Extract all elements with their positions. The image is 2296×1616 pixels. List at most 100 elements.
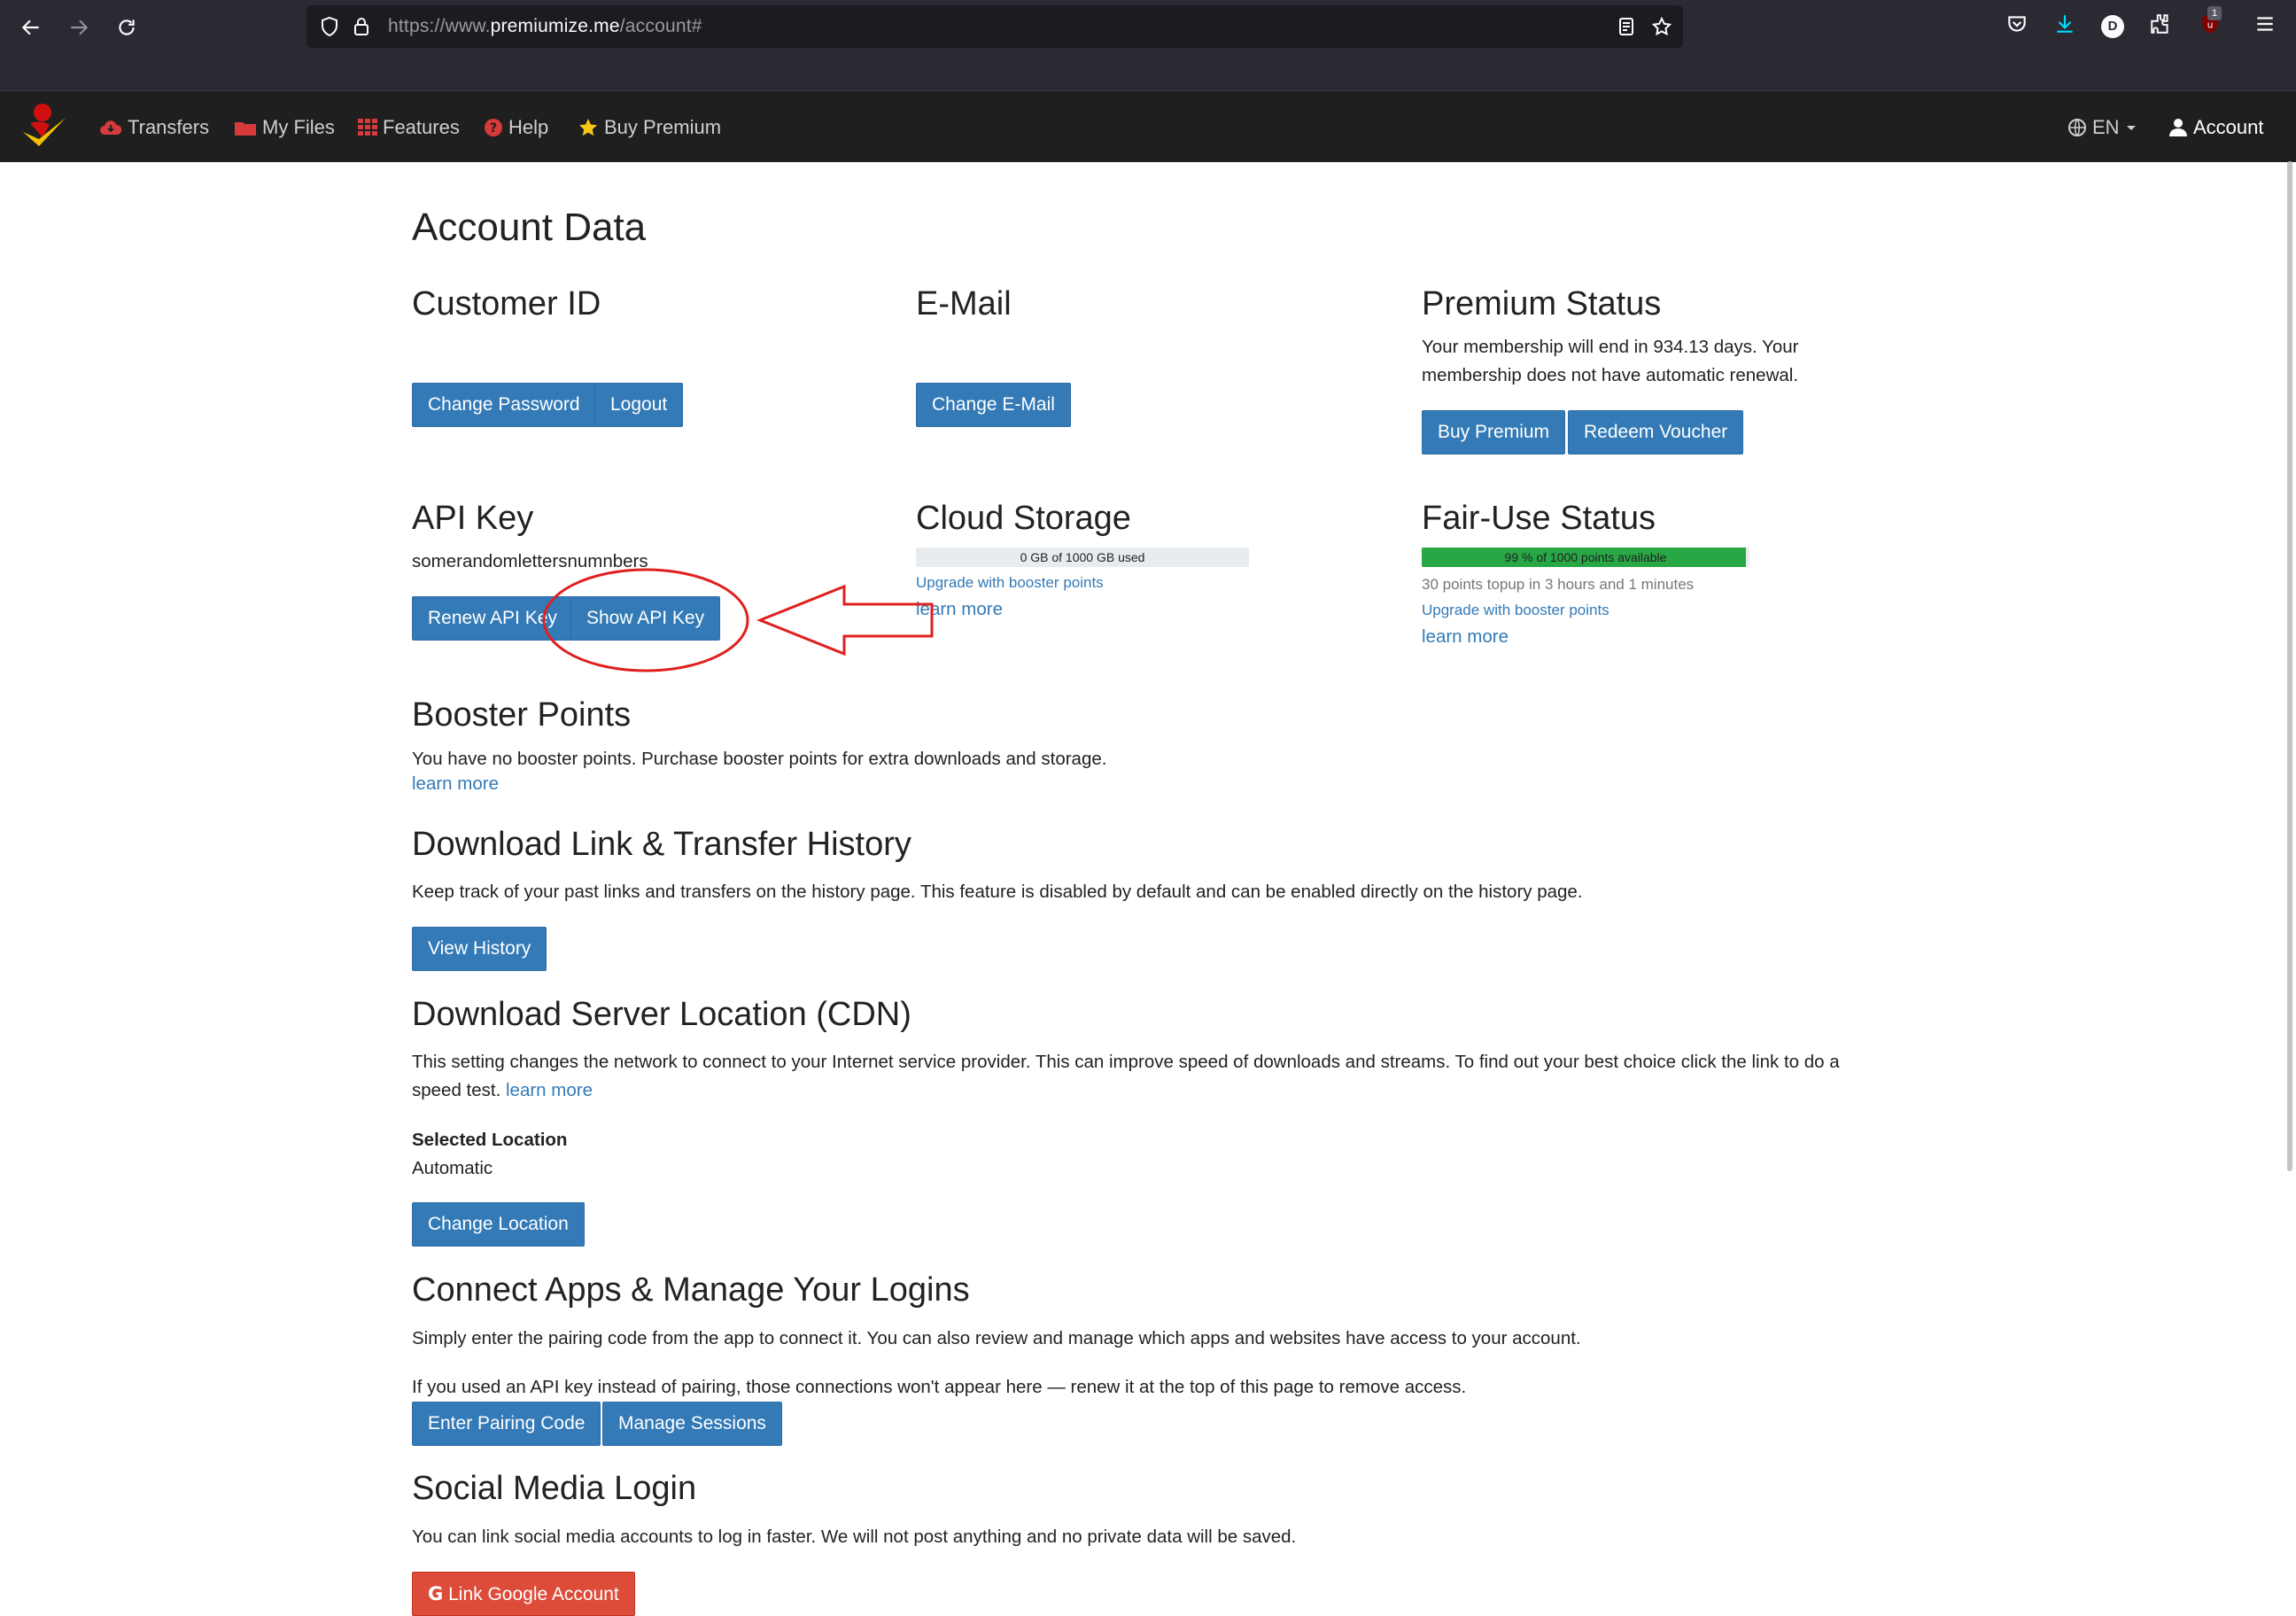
change-location-button[interactable]: Change Location <box>412 1202 585 1247</box>
reader-view-icon[interactable] <box>1616 16 1637 37</box>
selected-location-label: Selected Location <box>412 1130 568 1150</box>
premiumize-logo[interactable] <box>19 102 67 152</box>
manage-sessions-button[interactable]: Manage Sessions <box>602 1402 782 1446</box>
annotation-overlay <box>542 568 934 672</box>
nav-account[interactable]: Account <box>2168 114 2264 141</box>
bookmark-star-icon[interactable] <box>1651 16 1672 37</box>
connect-apps-text1: Simply enter the pairing code from the a… <box>412 1328 1581 1348</box>
nav-transfers-label: Transfers <box>128 116 210 138</box>
booster-learn-more-link[interactable]: learn more <box>412 773 499 795</box>
star-icon <box>579 119 597 136</box>
cdn-heading: Download Server Location (CDN) <box>412 996 911 1033</box>
svg-text:u: u <box>2207 19 2214 30</box>
nav-features-label: Features <box>383 116 460 138</box>
back-button[interactable] <box>12 9 50 46</box>
premium-status-heading: Premium Status <box>1422 285 1662 322</box>
enter-pairing-code-button[interactable]: Enter Pairing Code <box>412 1402 601 1446</box>
language-dropdown[interactable]: EN <box>2067 114 2137 141</box>
grid-icon <box>358 119 377 136</box>
cdn-learn-more-link[interactable]: learn more <box>506 1080 593 1100</box>
reload-icon <box>119 19 135 35</box>
fair-use-topup-text: 30 points topup in 3 hours and 1 minutes <box>1422 576 1695 593</box>
nav-my-files-label: My Files <box>262 116 335 138</box>
profile-avatar[interactable]: D <box>2101 15 2124 38</box>
logout-button[interactable]: Logout <box>594 383 684 427</box>
url-domain: premiumize.me <box>490 16 620 36</box>
shield-icon[interactable] <box>319 16 340 37</box>
history-heading: Download Link & Transfer History <box>412 826 911 863</box>
extension-badge: 1 <box>2207 6 2222 20</box>
back-arrow-icon <box>21 19 39 35</box>
language-label: EN <box>2092 116 2120 138</box>
page-scrollbar[interactable] <box>2287 161 2292 1171</box>
forward-button[interactable] <box>60 9 97 46</box>
fair-use-learn-more-link[interactable]: learn more <box>1422 626 1509 648</box>
site-navbar: Transfers My Files Features ? Help Buy P… <box>0 90 2296 162</box>
url-bar[interactable]: https://www.premiumize.me/account# <box>306 5 1683 48</box>
storage-progress-bar: 0 GB of 1000 GB used <box>916 548 1249 567</box>
storage-learn-more-link[interactable]: learn more <box>916 599 1003 620</box>
fair-use-heading: Fair-Use Status <box>1422 500 1656 537</box>
cloud-storage-heading: Cloud Storage <box>916 500 1131 537</box>
renew-api-key-button[interactable]: Renew API Key <box>412 596 573 641</box>
extensions-puzzle-icon[interactable] <box>2149 12 2172 35</box>
page-title: Account Data <box>412 206 647 249</box>
downloads-icon[interactable] <box>2053 12 2076 35</box>
social-login-text: You can link social media accounts to lo… <box>412 1527 1297 1547</box>
nav-account-label: Account <box>2193 116 2264 138</box>
user-icon <box>2169 119 2187 136</box>
api-key-value: somerandomlettersnumnbers <box>412 551 648 571</box>
view-history-button[interactable]: View History <box>412 927 547 971</box>
folder-icon <box>235 122 256 136</box>
connect-apps-text2: If you used an API key instead of pairin… <box>412 1377 1467 1397</box>
connect-apps-heading: Connect Apps & Manage Your Logins <box>412 1271 970 1309</box>
storage-upgrade-link[interactable]: Upgrade with booster points <box>916 574 1104 592</box>
change-email-button[interactable]: Change E-Mail <box>916 383 1071 427</box>
lock-icon[interactable] <box>351 16 372 37</box>
reload-button[interactable] <box>108 9 145 46</box>
url-scheme: https://www. <box>388 16 491 36</box>
selected-location-value: Automatic <box>412 1158 493 1178</box>
cdn-speed-test-text: speed test. <box>412 1080 501 1100</box>
url-text[interactable]: https://www.premiumize.me/account# <box>388 16 702 37</box>
google-icon: G <box>428 1583 444 1604</box>
nav-features[interactable]: Features <box>358 114 460 141</box>
email-heading: E-Mail <box>916 285 1012 322</box>
premium-status-line2: membership does not have automatic renew… <box>1422 365 1799 385</box>
forward-arrow-icon <box>71 19 89 35</box>
nav-buy-premium-label: Buy Premium <box>604 116 722 138</box>
caret-down-icon <box>2126 126 2136 130</box>
nav-help[interactable]: ? Help <box>484 114 548 141</box>
nav-help-label: Help <box>508 116 549 138</box>
booster-points-text: You have no booster points. Purchase boo… <box>412 749 1107 769</box>
cdn-text-line1: This setting changes the network to conn… <box>412 1052 1840 1072</box>
redeem-voucher-button[interactable]: Redeem Voucher <box>1568 410 1744 454</box>
fair-use-progress-label: 99 % of 1000 points available <box>1504 550 1667 564</box>
cdn-text-line2: speed test. learn more <box>412 1076 593 1105</box>
history-text: Keep track of your past links and transf… <box>412 882 1583 902</box>
api-key-heading: API Key <box>412 500 534 537</box>
social-login-heading: Social Media Login <box>412 1470 697 1507</box>
nav-transfers[interactable]: Transfers <box>99 114 209 141</box>
link-google-account-label: Link Google Account <box>448 1584 619 1604</box>
nav-buy-premium[interactable]: Buy Premium <box>578 114 721 141</box>
hamburger-menu-icon[interactable] <box>2253 12 2277 35</box>
svg-text:?: ? <box>490 121 497 136</box>
buy-premium-button[interactable]: Buy Premium <box>1422 410 1566 454</box>
globe-icon <box>2068 119 2086 136</box>
fair-use-progress-bar: 99 % of 1000 points available <box>1422 548 1749 567</box>
cloud-download-icon <box>100 120 122 135</box>
fair-use-upgrade-link[interactable]: Upgrade with booster points <box>1422 602 1610 619</box>
customer-id-heading: Customer ID <box>412 285 601 322</box>
change-password-button[interactable]: Change Password <box>412 383 596 427</box>
storage-progress-label: 0 GB of 1000 GB used <box>1020 550 1145 564</box>
annotation-arrow <box>756 584 934 656</box>
url-path: /account# <box>619 16 702 36</box>
premium-status-line1: Your membership will end in 934.13 days.… <box>1422 337 1799 357</box>
show-api-key-button[interactable]: Show API Key <box>570 596 721 641</box>
pocket-icon[interactable] <box>2005 12 2028 35</box>
browser-toolbar: https://www.premiumize.me/account# D u 1 <box>0 0 2296 90</box>
booster-points-heading: Booster Points <box>412 696 632 734</box>
nav-my-files[interactable]: My Files <box>234 114 335 141</box>
link-google-account-button[interactable]: G Link Google Account <box>412 1572 635 1616</box>
